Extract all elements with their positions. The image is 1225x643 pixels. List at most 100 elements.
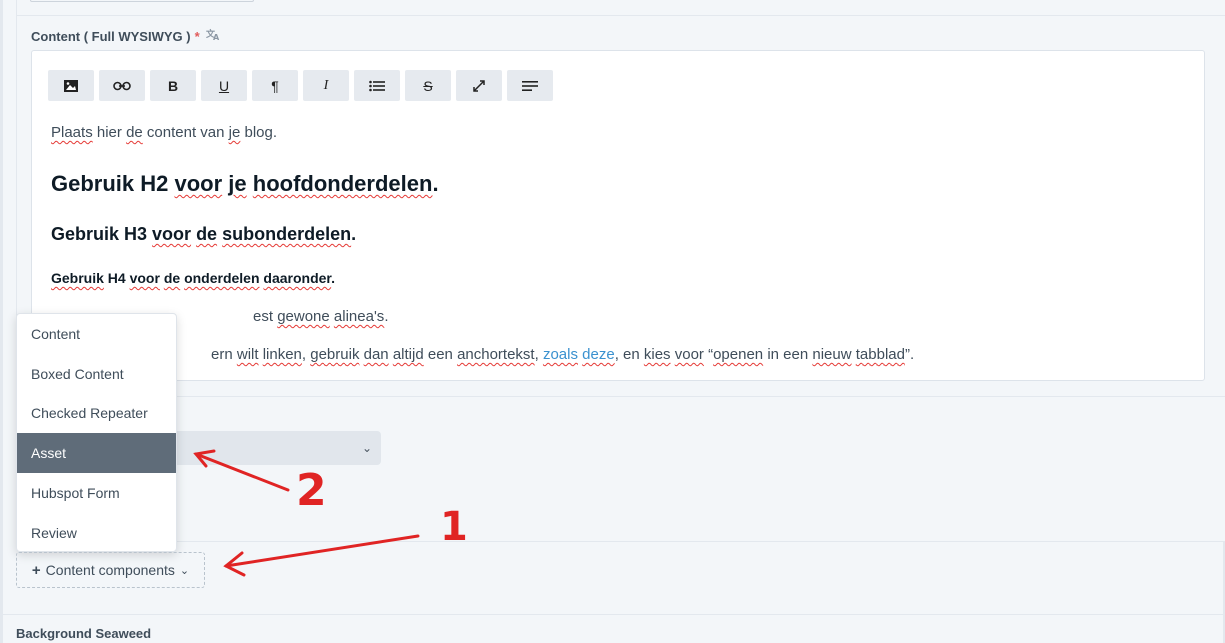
word: blog. <box>240 124 278 141</box>
word: wilt <box>236 346 259 363</box>
word: ”. <box>904 346 915 363</box>
word: je <box>228 124 241 141</box>
top-divider <box>17 15 1225 16</box>
word: een <box>423 346 458 363</box>
heading-h2: Gebruik H2 voor je hoofdonderdelen. <box>51 171 439 197</box>
editor-toolbar: B U ¶ I S <box>48 70 553 101</box>
word: de <box>196 224 218 244</box>
word: . <box>384 308 389 325</box>
content-components-label: Content components <box>45 562 175 578</box>
word: in een <box>763 346 813 363</box>
word: daaronder <box>263 270 332 286</box>
word: gewone <box>277 308 330 325</box>
menu-item-review[interactable]: Review <box>17 513 176 551</box>
word: subonderdelen <box>222 224 352 244</box>
chevron-down-icon: ⌄ <box>361 441 372 455</box>
plus-icon: + <box>31 561 41 579</box>
link-icon <box>113 81 131 90</box>
editor-divider <box>17 396 1225 397</box>
word: de <box>126 124 143 141</box>
word: voor <box>174 171 223 196</box>
word: altijd <box>392 346 424 363</box>
strikethrough-button[interactable]: S <box>405 70 451 101</box>
paragraph-links: ern wilt linken, gebruik dan altijd een … <box>211 346 914 363</box>
paragraph-icon: ¶ <box>271 77 279 94</box>
underline-icon: U <box>218 77 230 94</box>
word: gebruik <box>310 346 360 363</box>
fullscreen-icon <box>473 79 485 92</box>
image-icon <box>64 79 78 92</box>
word: . <box>351 224 357 244</box>
menu-item-asset[interactable]: Asset <box>17 433 176 474</box>
word: linken <box>262 346 302 363</box>
word: hier <box>92 124 127 141</box>
word: . <box>331 270 336 286</box>
anchor-link[interactable]: zoals deze <box>543 346 615 363</box>
word: voor <box>674 346 704 363</box>
content-components-button[interactable]: + Content components ⌄ <box>16 552 205 588</box>
svg-text:A: A <box>213 33 220 41</box>
word: , en <box>614 346 644 363</box>
align-icon <box>522 80 538 91</box>
word: est <box>253 308 278 325</box>
word: onderdelen <box>184 270 260 286</box>
word: tabblad <box>855 346 905 363</box>
align-button[interactable] <box>507 70 553 101</box>
bold-icon: B <box>167 77 179 94</box>
word: deze <box>582 346 615 363</box>
word: content van <box>142 124 229 141</box>
list-icon <box>369 80 385 91</box>
field-label: Content ( Full WYSIWYG ) * 文A <box>31 28 220 44</box>
word: dan <box>363 346 389 363</box>
word: , <box>301 346 311 363</box>
word: hoofdonderdelen <box>252 171 433 196</box>
word: alinea's <box>333 308 385 325</box>
paragraph-intro: Plaats hier de content van je blog. <box>51 124 277 141</box>
word: openen <box>713 346 764 363</box>
word: je <box>228 171 247 196</box>
image-button[interactable] <box>48 70 94 101</box>
field-label-text: Content ( Full WYSIWYG ) <box>31 28 191 44</box>
word: H4 <box>103 270 130 286</box>
heading-h4: Gebruik H4 voor de onderdelen daaronder. <box>51 270 335 286</box>
heading-h3: Gebruik H3 voor de subonderdelen. <box>51 224 356 245</box>
word: , <box>534 346 543 363</box>
strikethrough-icon: S <box>423 77 433 94</box>
word: Gebruik H3 <box>51 224 153 244</box>
word: voor <box>152 224 192 244</box>
word: ern <box>211 346 237 363</box>
paragraph-button[interactable]: ¶ <box>252 70 298 101</box>
list-button[interactable] <box>354 70 400 101</box>
translate-icon[interactable]: 文A <box>205 28 220 44</box>
menu-item-content[interactable]: Content <box>17 314 176 354</box>
left-border <box>0 0 3 643</box>
wysiwyg-editor[interactable]: B U ¶ I S Plaats hier de content van je … <box>31 50 1205 381</box>
italic-icon: I <box>323 77 329 93</box>
word: . <box>432 171 439 196</box>
previous-field-edge <box>30 0 254 2</box>
word: de <box>163 270 181 286</box>
menu-item-boxed-content[interactable]: Boxed Content <box>17 354 176 394</box>
word: anchortekst <box>457 346 535 363</box>
word: “ <box>703 346 714 363</box>
required-mark: * <box>194 28 200 44</box>
background-seaweed-label: Background Seaweed <box>16 626 152 641</box>
component-dropdown-menu: Content Boxed Content Checked Repeater A… <box>16 313 177 552</box>
word: zoals <box>542 346 578 363</box>
fullscreen-button[interactable] <box>456 70 502 101</box>
word: Gebruik H2 <box>51 171 175 196</box>
italic-button[interactable]: I <box>303 70 349 101</box>
word: Plaats <box>51 124 93 141</box>
menu-item-checked-repeater[interactable]: Checked Repeater <box>17 394 176 434</box>
menu-item-hubspot-form[interactable]: Hubspot Form <box>17 473 176 513</box>
bold-button[interactable]: B <box>150 70 196 101</box>
word: voor <box>129 270 160 286</box>
link-button[interactable] <box>99 70 145 101</box>
section-divider <box>0 614 1225 615</box>
chevron-down-icon: ⌄ <box>179 564 190 577</box>
word: Gebruik <box>51 270 104 286</box>
underline-button[interactable]: U <box>201 70 247 101</box>
word: nieuw <box>812 346 852 363</box>
word: kies <box>643 346 671 363</box>
paragraph-body: est gewone alinea's. <box>253 308 388 325</box>
